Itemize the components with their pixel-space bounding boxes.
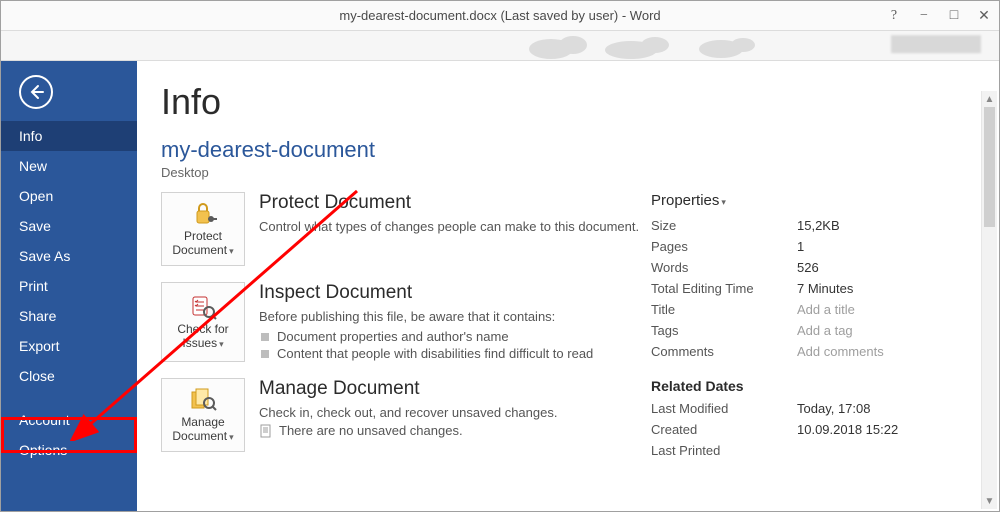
backstage-sidebar: Info New Open Save Save As Print Share E… [1,61,137,511]
property-row: Words526 [651,257,977,278]
inspect-issue-item: Content that people with disabilities fi… [259,345,641,362]
date-row: Created10.09.2018 15:22 [651,419,977,440]
window-controls: ? − □ ✕ [879,1,999,31]
sidebar-item-share[interactable]: Share [1,301,137,331]
property-key: Words [651,260,797,275]
dropdown-caret-icon: ▾ [229,246,234,256]
property-key: Pages [651,239,797,254]
property-value: 15,2KB [797,218,840,233]
info-sections: Protect Document▾ Protect Document Contr… [161,192,641,468]
minimize-button[interactable]: − [909,1,939,31]
cloud-decoration [521,33,781,59]
property-value: 1 [797,239,804,254]
title-bar: my-dearest-document.docx (Last saved by … [1,1,999,31]
scroll-track[interactable] [982,107,997,493]
protect-document-section: Protect Document▾ Protect Document Contr… [161,192,641,266]
manage-document-section: Manage Document▾ Manage Document Check i… [161,378,641,452]
date-key: Last Printed [651,443,797,458]
inspect-title: Inspect Document [259,282,641,304]
protect-document-button[interactable]: Protect Document▾ [161,192,245,266]
page-title: Info [161,81,977,123]
property-value[interactable]: Add a tag [797,323,853,338]
dropdown-caret-icon: ▾ [219,339,224,349]
sidebar-item-print[interactable]: Print [1,271,137,301]
properties-heading[interactable]: Properties▾ [651,192,977,209]
info-page: Info my-dearest-document Desktop Protect… [137,61,999,511]
maximize-button[interactable]: □ [939,1,969,31]
protect-title: Protect Document [259,192,641,214]
property-row[interactable]: CommentsAdd comments [651,341,977,362]
scroll-up-icon[interactable]: ▲ [982,91,997,107]
back-arrow-icon [27,83,45,101]
sidebar-item-save-as[interactable]: Save As [1,241,137,271]
date-value: Today, 17:08 [797,401,870,416]
sidebar-item-account[interactable]: Account [1,405,137,435]
word-backstage-window: my-dearest-document.docx (Last saved by … [0,0,1000,512]
sidebar-item-export[interactable]: Export [1,331,137,361]
property-row: Pages1 [651,236,977,257]
property-key: Title [651,302,797,317]
scroll-down-icon[interactable]: ▼ [982,493,997,509]
property-key: Size [651,218,797,233]
property-key: Tags [651,323,797,338]
window-title: my-dearest-document.docx (Last saved by … [339,8,660,23]
inspect-desc: Before publishing this file, be aware th… [259,308,641,326]
property-value[interactable]: Add comments [797,344,884,359]
sidebar-item-new[interactable]: New [1,151,137,181]
manage-document-button[interactable]: Manage Document▾ [161,378,245,452]
document-location: Desktop [161,165,977,180]
unsaved-changes-note: There are no unsaved changes. [259,423,641,438]
date-row: Last Printed [651,440,977,461]
ribbon-header-band [1,31,999,61]
dropdown-caret-icon: ▾ [721,197,726,207]
manage-title: Manage Document [259,378,641,400]
manage-desc: Check in, check out, and recover unsaved… [259,404,641,422]
sidebar-nav: Info New Open Save Save As Print Share E… [1,121,137,465]
help-button[interactable]: ? [879,1,909,31]
inspect-issue-item: Document properties and author's name [259,328,641,345]
property-row: Size15,2KB [651,215,977,236]
sidebar-item-info[interactable]: Info [1,121,137,151]
lock-shield-icon [189,200,217,228]
date-key: Created [651,422,797,437]
property-row[interactable]: TagsAdd a tag [651,320,977,341]
inspect-document-section: Check for Issues▾ Inspect Document Befor… [161,282,641,362]
protect-desc: Control what types of changes people can… [259,218,641,236]
document-name[interactable]: my-dearest-document [161,137,977,163]
document-icon [259,424,273,438]
properties-panel: Properties▾ Size15,2KBPages1Words526Tota… [641,192,977,468]
property-key: Total Editing Time [651,281,797,296]
scroll-thumb[interactable] [984,107,995,227]
main-area: Info New Open Save Save As Print Share E… [1,61,999,511]
related-dates-heading: Related Dates [651,378,977,394]
property-key: Comments [651,344,797,359]
vertical-scrollbar[interactable]: ▲ ▼ [981,91,997,509]
sidebar-item-close[interactable]: Close [1,361,137,391]
sidebar-item-save[interactable]: Save [1,211,137,241]
date-key: Last Modified [651,401,797,416]
close-button[interactable]: ✕ [969,1,999,31]
property-row: Total Editing Time7 Minutes [651,278,977,299]
property-value: 526 [797,260,819,275]
property-row[interactable]: TitleAdd a title [651,299,977,320]
sidebar-item-options[interactable]: Options [1,435,137,465]
inspect-issue-list: Document properties and author's name Co… [259,328,641,362]
user-name-redacted [891,35,981,53]
date-row: Last ModifiedToday, 17:08 [651,398,977,419]
documents-magnifier-icon [189,386,217,414]
sidebar-item-open[interactable]: Open [1,181,137,211]
check-for-issues-button[interactable]: Check for Issues▾ [161,282,245,362]
property-value[interactable]: Add a title [797,302,855,317]
back-button[interactable] [19,75,53,109]
dropdown-caret-icon: ▾ [229,432,234,442]
property-value: 7 Minutes [797,281,853,296]
date-value: 10.09.2018 15:22 [797,422,898,437]
checklist-magnifier-icon [189,293,217,321]
